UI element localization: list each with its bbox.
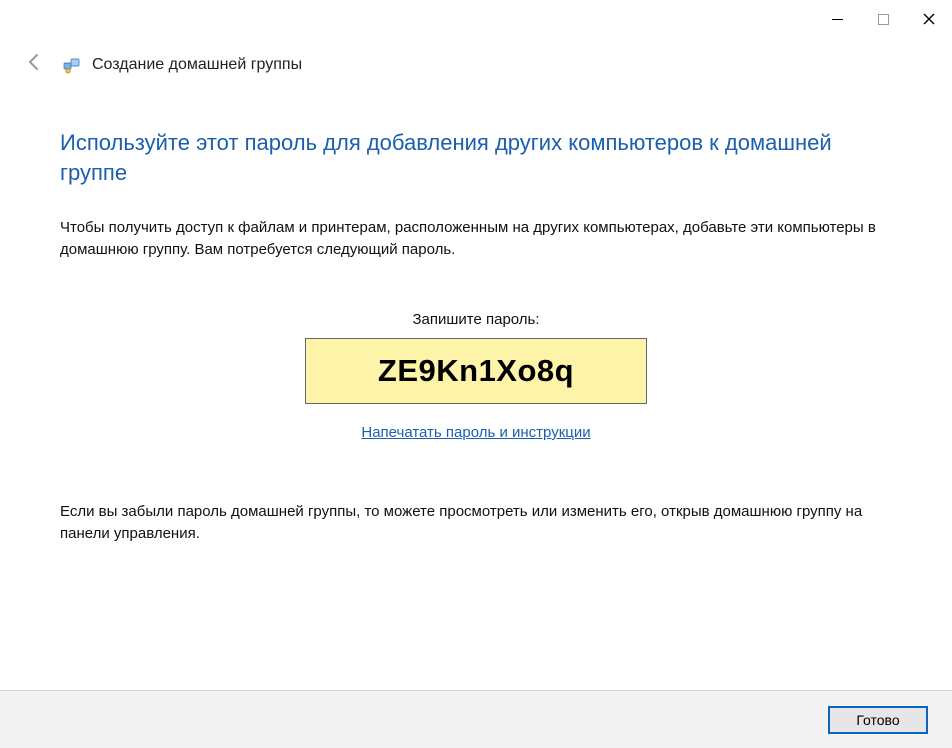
maximize-button[interactable] xyxy=(860,4,906,34)
finish-button[interactable]: Готово xyxy=(828,706,928,734)
forgot-password-note: Если вы забыли пароль домашней группы, т… xyxy=(60,501,892,545)
homegroup-icon xyxy=(62,55,82,75)
page-heading: Используйте этот пароль для добавления д… xyxy=(60,128,892,187)
page-description: Чтобы получить доступ к файлам и принтер… xyxy=(60,217,892,261)
wizard-content: Используйте этот пароль для добавления д… xyxy=(0,88,952,544)
wizard-title: Создание домашней группы xyxy=(92,56,302,74)
password-box: ZE9Kn1Xo8q xyxy=(305,338,647,404)
password-label: Запишите пароль: xyxy=(60,311,892,328)
minimize-button[interactable] xyxy=(814,4,860,34)
back-arrow-icon[interactable] xyxy=(20,52,48,78)
print-password-link[interactable]: Напечатать пароль и инструкции xyxy=(361,424,590,441)
close-button[interactable] xyxy=(906,4,952,34)
wizard-footer: Готово xyxy=(0,690,952,748)
titlebar xyxy=(0,0,952,40)
wizard-header: Создание домашней группы xyxy=(0,40,952,88)
